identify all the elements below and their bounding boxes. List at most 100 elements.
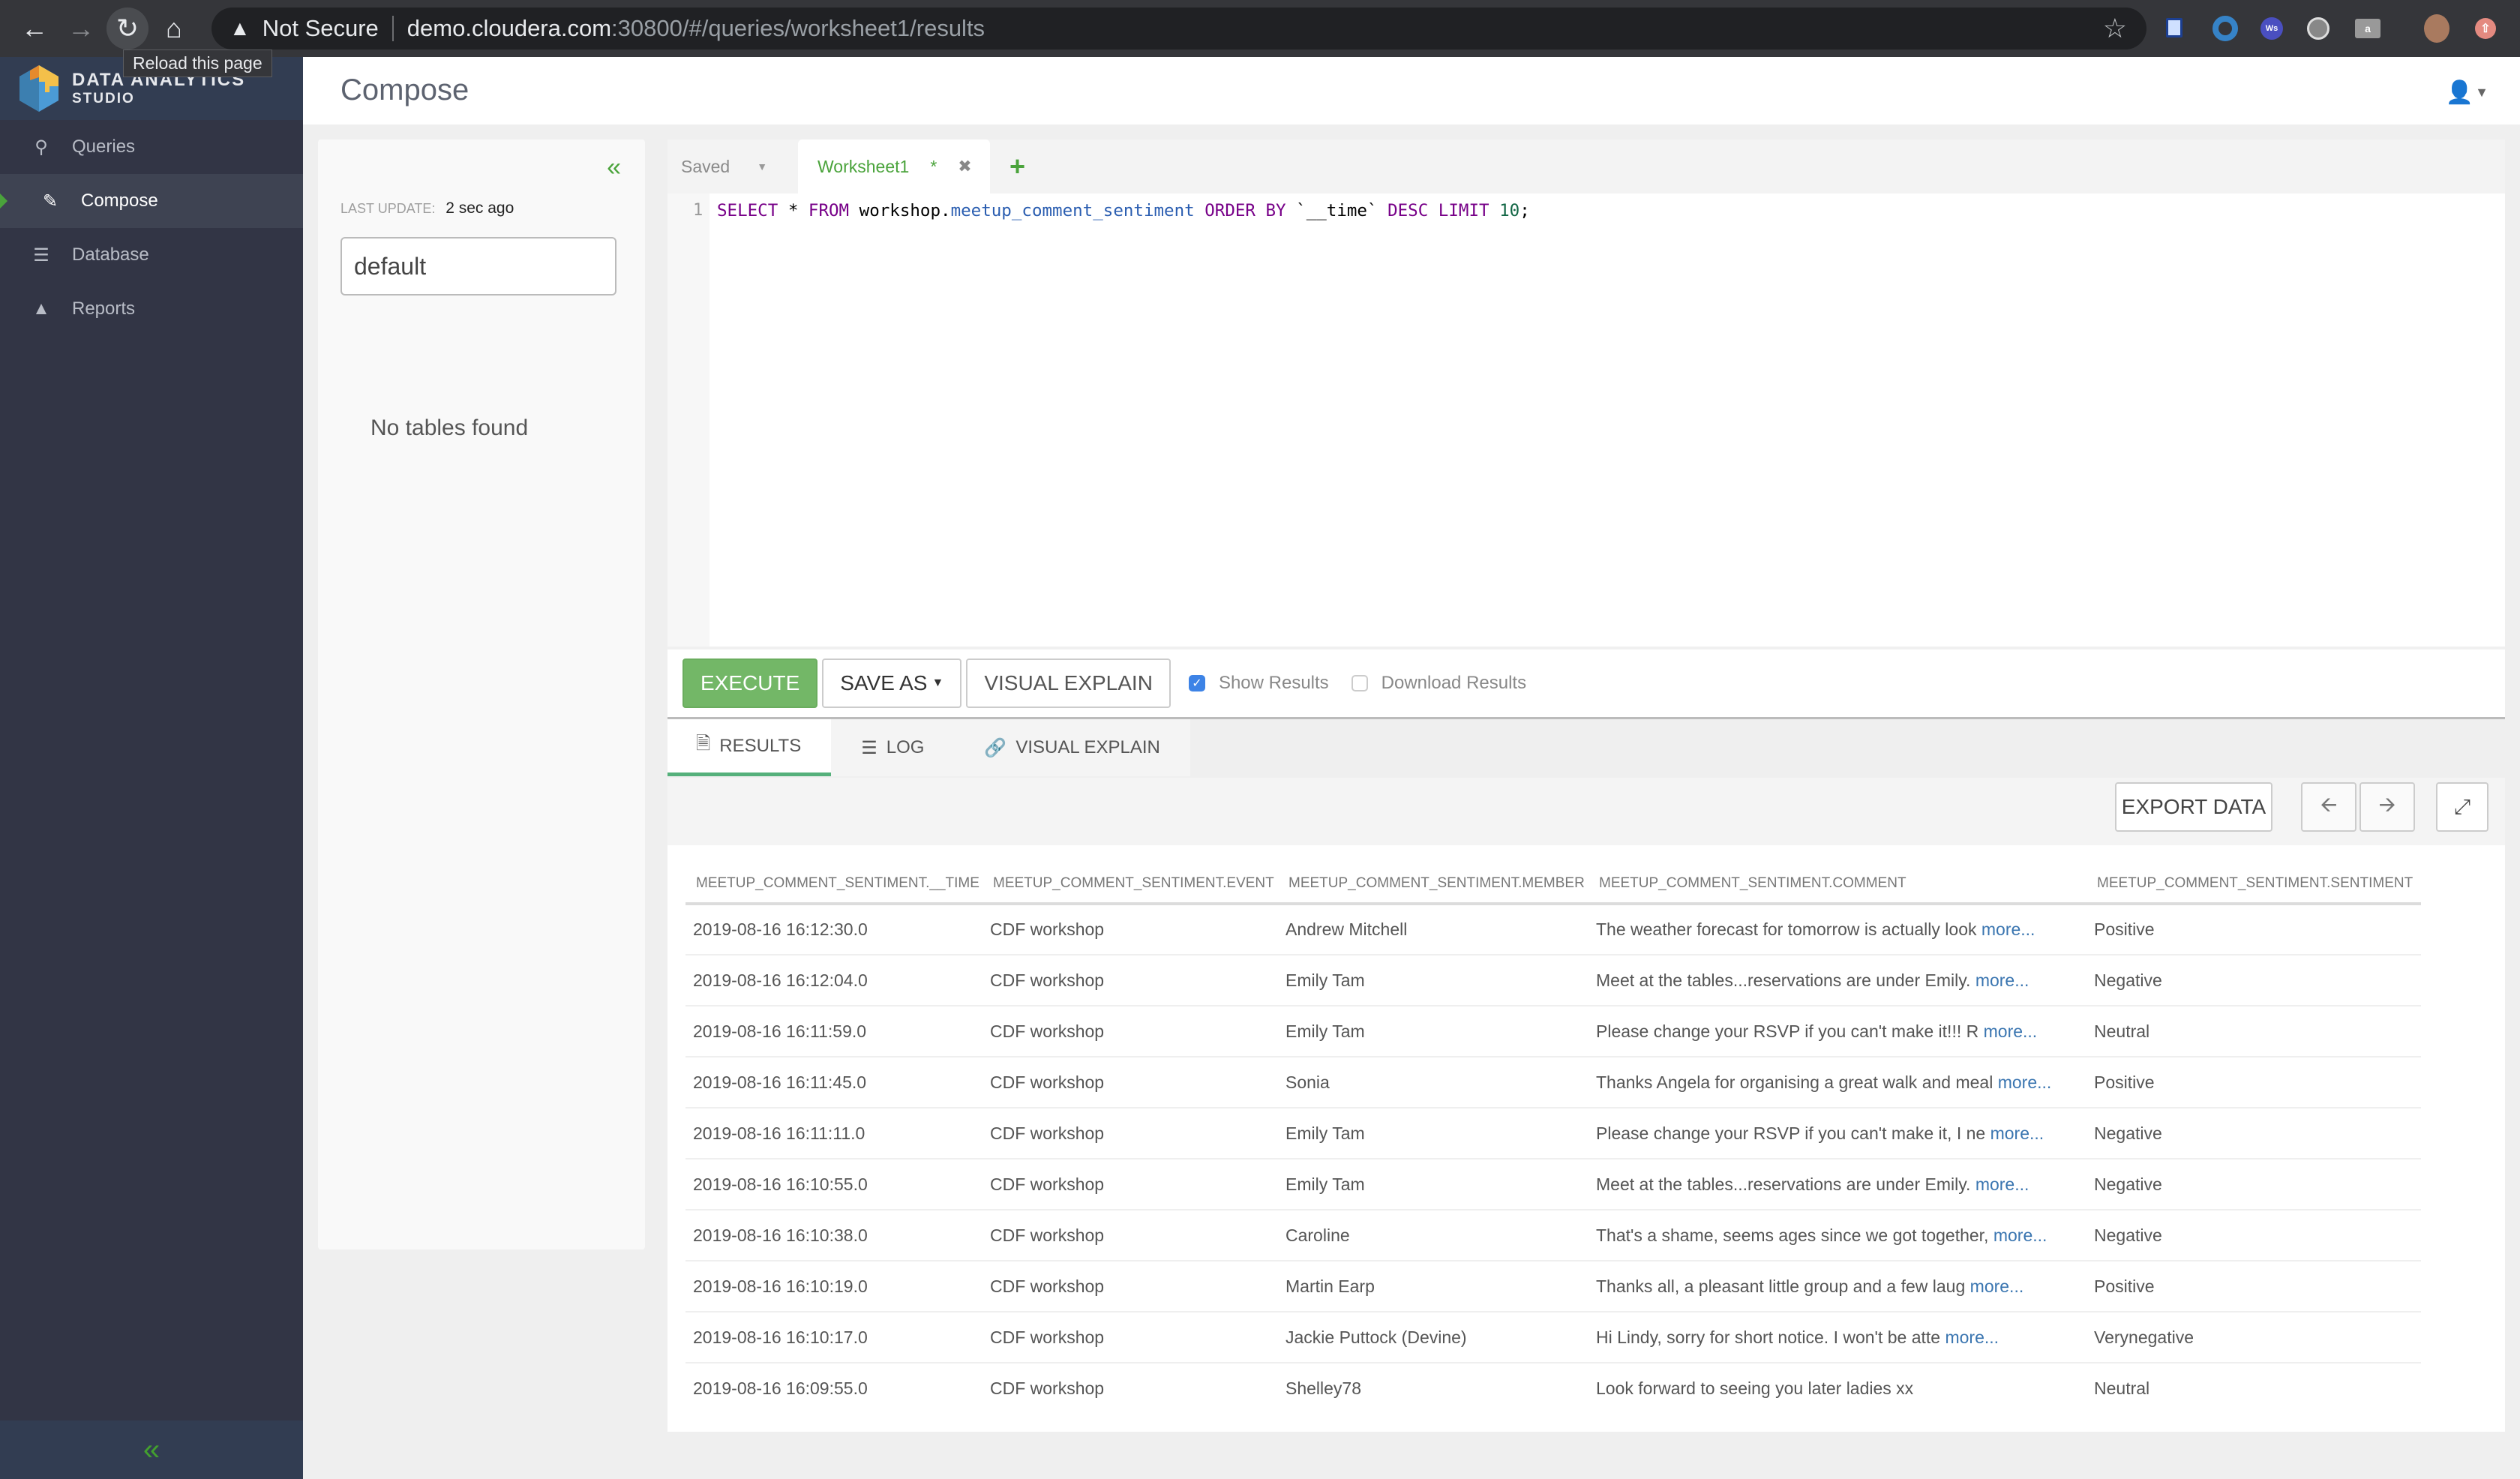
cell-member: Emily Tam (1278, 1159, 1588, 1210)
chat-extension-icon[interactable]: a (2355, 19, 2380, 38)
sidebar-item-reports[interactable]: ▲ Reports (0, 282, 303, 336)
tab-results[interactable]: 🗎 RESULTS (668, 719, 832, 776)
user-menu[interactable]: 👤 ▼ (2446, 80, 2488, 106)
close-tab-icon[interactable]: ✖ (958, 157, 971, 176)
more-link[interactable]: more... (1970, 1276, 2024, 1296)
left-navigation: DATA ANALYTICS STUDIO ⚲ Queries ✎ Compos… (0, 57, 303, 1479)
cell-time: 2019-08-16 16:12:30.0 (686, 904, 982, 956)
bookmark-star-icon[interactable]: ☆ (2103, 13, 2127, 44)
sidebar-item-compose[interactable]: ✎ Compose (0, 174, 303, 228)
comment-text: Thanks Angela for organising a great wal… (1596, 1072, 1994, 1092)
table-row[interactable]: 2019-08-16 16:10:17.0 CDF workshop Jackie … (686, 1312, 2421, 1364)
tab-log[interactable]: ☰ LOG (831, 719, 955, 776)
cell-sentiment: Verynegative (2086, 1312, 2421, 1364)
more-link[interactable]: more... (1990, 1124, 2044, 1143)
table-row[interactable]: 2019-08-16 16:11:11.0 CDF workshop Emily T… (686, 1108, 2421, 1160)
table-row[interactable]: 2019-08-16 16:12:30.0 CDF workshop Andrew … (686, 904, 2421, 956)
ws-extension-icon[interactable]: Ws (2260, 17, 2283, 40)
table-row[interactable]: 2019-08-16 16:09:55.0 CDF workshop Shelley… (686, 1363, 2421, 1414)
reload-tooltip: Reload this page (123, 50, 272, 77)
download-results-checkbox[interactable]: Download Results (1351, 673, 1526, 694)
table-row[interactable]: 2019-08-16 16:11:59.0 CDF workshop Emily T… (686, 1006, 2421, 1058)
expand-button[interactable]: ⤢ (2436, 782, 2488, 832)
warning-icon: ▲ (230, 16, 250, 40)
more-link[interactable]: more... (1984, 1022, 2038, 1041)
cell-member: Caroline (1278, 1210, 1588, 1262)
column-header[interactable]: MEETUP_COMMENT_SENTIMENT.COMMENT (1588, 865, 2086, 905)
update-icon[interactable]: ⇧ (2475, 18, 2496, 39)
more-link[interactable]: more... (1994, 1226, 2048, 1245)
more-link[interactable]: more... (1976, 970, 2030, 990)
tab-visual-explain[interactable]: 🔗 VISUAL EXPLAIN (954, 719, 1190, 776)
collapse-nav-button[interactable]: « (0, 1420, 303, 1479)
table-row[interactable]: 2019-08-16 16:10:38.0 CDF workshop Carolin… (686, 1210, 2421, 1262)
sidebar-item-database[interactable]: ☰ Database (0, 228, 303, 282)
table-header-row: MEETUP_COMMENT_SENTIMENT.__TIME MEETUP_C… (686, 865, 2421, 905)
security-label[interactable]: Not Secure (262, 15, 379, 42)
column-header[interactable]: MEETUP_COMMENT_SENTIMENT.MEMBER (1278, 865, 1588, 905)
column-header[interactable]: MEETUP_COMMENT_SENTIMENT.__TIME (686, 865, 982, 905)
back-button[interactable]: ← (14, 8, 56, 50)
table-row[interactable]: 2019-08-16 16:11:45.0 CDF workshop Sonia Th… (686, 1057, 2421, 1108)
page-title: Compose (340, 74, 470, 106)
reload-button[interactable]: ↻ (106, 8, 148, 50)
cell-comment: Hi Lindy, sorry for short notice. I won'… (1588, 1312, 2086, 1364)
line-gutter (668, 194, 710, 646)
tab-label: LOG (886, 737, 925, 758)
checkbox-checked-icon[interactable]: ✓ (1188, 675, 1205, 692)
comment-text: That's a shame, seems ages since we got … (1596, 1225, 1989, 1245)
save-as-button[interactable]: SAVE AS ▼ (822, 658, 962, 708)
forward-button[interactable]: → (60, 8, 102, 50)
tab-worksheet1[interactable]: Worksheet1 * ✖ (798, 140, 990, 194)
cell-event: CDF workshop (982, 1312, 1278, 1364)
blue-ring-extension-icon[interactable] (2212, 16, 2238, 41)
profile-avatar[interactable] (2424, 14, 2450, 43)
database-icon: ☰ (33, 244, 50, 266)
table-row[interactable]: 2019-08-16 16:12:04.0 CDF workshop Emily T… (686, 955, 2421, 1006)
prev-page-button[interactable]: 🡨 (2301, 782, 2356, 832)
worksheet-tab-label: Worksheet1 (818, 156, 910, 176)
sql-query-line[interactable]: SELECT * FROM workshop.meetup_comment_se… (717, 201, 1530, 220)
cell-comment: Thanks all, a pleasant little group and … (1588, 1261, 2086, 1312)
visual-explain-button[interactable]: VISUAL EXPLAIN (966, 658, 1171, 708)
sql-editor[interactable]: 1 SELECT * FROM workshop.meetup_comment_… (668, 194, 2505, 646)
export-data-button[interactable]: EXPORT DATA (2115, 782, 2272, 832)
checkbox-unchecked-icon[interactable] (1351, 675, 1368, 692)
cell-event: CDF workshop (982, 1159, 1278, 1210)
cell-event: CDF workshop (990, 1378, 1105, 1398)
cell-event: CDF workshop (982, 1006, 1278, 1058)
comment-text: The weather forecast for tomorrow is act… (1596, 920, 1977, 939)
more-link[interactable]: more... (1976, 1174, 2030, 1194)
screenshot-extension-icon[interactable] (2166, 18, 2182, 38)
saved-dropdown[interactable]: Saved ▼ (668, 140, 798, 194)
collapse-db-panel-button[interactable]: « (607, 153, 621, 182)
column-header[interactable]: MEETUP_COMMENT_SENTIMENT.SENTIMENT (2086, 865, 2421, 905)
execute-button[interactable]: EXECUTE (682, 658, 818, 708)
add-worksheet-button[interactable]: + (1010, 151, 1025, 182)
comment-text: Look forward to seeing you later ladies … (1596, 1378, 1914, 1398)
address-bar[interactable]: ▲ Not Secure demo.cloudera.com:30800/#/q… (212, 8, 2146, 50)
cell-sentiment: Positive (2086, 1261, 2421, 1312)
cell-sentiment: Neutral (2086, 1006, 2421, 1058)
home-button[interactable]: ⌂ (153, 8, 195, 50)
table-row[interactable]: 2019-08-16 16:10:19.0 CDF workshop Martin … (686, 1261, 2421, 1312)
column-header[interactable]: MEETUP_COMMENT_SENTIMENT.EVENT (982, 865, 1278, 905)
line-number: 1 (693, 201, 704, 220)
results-table: MEETUP_COMMENT_SENTIMENT.__TIME MEETUP_C… (686, 865, 2421, 1414)
kw-from: FROM (808, 201, 850, 220)
grey-orb-extension-icon[interactable] (2307, 17, 2330, 40)
sidebar-item-label: Queries (72, 136, 136, 157)
next-page-button[interactable]: 🡪 (2360, 782, 2415, 832)
show-results-checkbox[interactable]: ✓ Show Results (1188, 673, 1329, 694)
double-chevron-left-icon: « (142, 1432, 160, 1466)
cell-comment: Look forward to seeing you later ladies … (1588, 1363, 2086, 1414)
query-editor-panel: Saved ▼ Worksheet1 * ✖ + 1 SELECT * FROM… (668, 140, 2505, 717)
more-link[interactable]: more... (1998, 1072, 2052, 1092)
caret-down-icon: ▼ (757, 160, 768, 172)
more-link[interactable]: more... (1982, 920, 2036, 939)
table-row[interactable]: 2019-08-16 16:10:55.0 CDF workshop Emily T… (686, 1159, 2421, 1210)
sidebar-item-queries[interactable]: ⚲ Queries (0, 120, 303, 174)
more-link[interactable]: more... (1945, 1328, 1999, 1347)
database-selector[interactable]: default (340, 237, 616, 296)
results-toolbar: EXPORT DATA 🡨 🡪 ⤢ (668, 778, 2505, 845)
